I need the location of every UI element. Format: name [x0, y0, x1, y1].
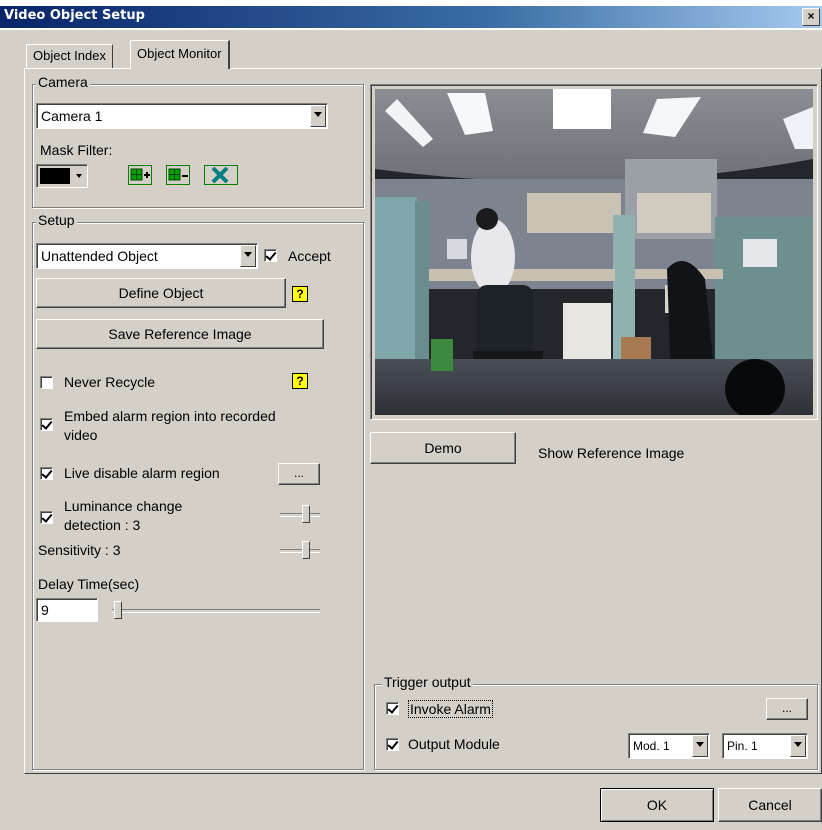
invoke-alarm-checkbox[interactable]: [386, 702, 399, 715]
embed-alarm-checkbox[interactable]: [40, 418, 53, 431]
pin-select[interactable]: Pin. 1: [722, 733, 808, 759]
invoke-alarm-label: Invoke Alarm: [408, 700, 493, 718]
never-recycle-help-icon[interactable]: ?: [292, 373, 308, 389]
sensitivity-label: Sensitivity : 3: [38, 542, 121, 558]
delay-time-slider[interactable]: [112, 600, 320, 620]
never-recycle-checkbox[interactable]: [40, 376, 53, 389]
embed-alarm-label-line2: video: [64, 427, 98, 443]
tab-object-index-label: Object Index: [33, 48, 106, 63]
save-reference-image-button[interactable]: Save Reference Image: [36, 319, 324, 349]
delay-time-label: Delay Time(sec): [38, 576, 140, 592]
module-dropdown-arrow-icon[interactable]: [692, 735, 708, 757]
mask-color-arrow-icon: [76, 174, 82, 178]
cancel-button[interactable]: Cancel: [718, 788, 822, 822]
output-module-label: Output Module: [408, 736, 500, 752]
mask-color-swatch: [40, 168, 70, 184]
camera-select-value: Camera 1: [41, 108, 103, 124]
define-object-help-icon[interactable]: ?: [292, 286, 308, 302]
camera-group-label: Camera: [36, 74, 90, 90]
pin-dropdown-arrow-icon[interactable]: [790, 735, 806, 757]
setup-group-label: Setup: [36, 212, 77, 228]
luminance-slider-thumb[interactable]: [302, 505, 310, 523]
tab-object-monitor[interactable]: Object Monitor: [130, 40, 230, 69]
setup-mode-select[interactable]: Unattended Object: [36, 243, 258, 269]
show-reference-image-label[interactable]: Show Reference Image: [538, 445, 684, 461]
delay-time-slider-track: [112, 609, 320, 613]
define-object-button[interactable]: Define Object: [36, 278, 286, 308]
delay-time-value: 9: [41, 602, 49, 618]
luminance-slider-track: [280, 513, 320, 517]
tab-object-monitor-label: Object Monitor: [137, 46, 222, 61]
camera-preview-frame: [370, 84, 818, 420]
clear-mask-icon[interactable]: [204, 165, 238, 185]
remove-mask-icon[interactable]: [166, 165, 190, 185]
demo-button[interactable]: Demo: [370, 432, 516, 464]
window-title: Video Object Setup: [4, 8, 145, 23]
tab-object-index[interactable]: Object Index: [26, 44, 113, 69]
mask-color-picker[interactable]: [36, 164, 88, 188]
delay-time-input[interactable]: 9: [36, 598, 98, 622]
delay-time-slider-thumb[interactable]: [114, 601, 122, 619]
accept-checkbox[interactable]: [264, 249, 277, 262]
sensitivity-slider-track: [280, 549, 320, 553]
sensitivity-slider[interactable]: [280, 540, 320, 560]
camera-preview-image: [375, 89, 813, 415]
setup-mode-value: Unattended Object: [41, 248, 158, 264]
luminance-slider[interactable]: [280, 504, 320, 524]
never-recycle-label: Never Recycle: [64, 374, 156, 390]
setup-mode-dropdown-arrow-icon[interactable]: [240, 245, 256, 267]
accept-label: Accept: [288, 248, 331, 264]
module-select[interactable]: Mod. 1: [628, 733, 710, 759]
luminance-label-line1: Luminance change: [64, 498, 183, 514]
live-disable-checkbox[interactable]: [40, 467, 53, 480]
invoke-alarm-settings-button[interactable]: ...: [766, 698, 808, 720]
close-button[interactable]: ×: [802, 8, 820, 26]
ok-button[interactable]: OK: [600, 788, 714, 822]
add-mask-icon[interactable]: [128, 165, 152, 185]
title-bar: Video Object Setup ×: [0, 0, 822, 30]
embed-alarm-label-line1: Embed alarm region into recorded: [64, 408, 276, 424]
module-select-value: Mod. 1: [633, 739, 670, 753]
luminance-label-line2: detection : 3: [64, 517, 141, 533]
mask-filter-label: Mask Filter:: [40, 142, 113, 158]
camera-dropdown-arrow-icon[interactable]: [310, 105, 326, 127]
luminance-checkbox[interactable]: [40, 511, 53, 524]
pin-select-value: Pin. 1: [727, 739, 758, 753]
live-disable-settings-button[interactable]: ...: [278, 463, 320, 485]
trigger-output-label: Trigger output: [382, 674, 473, 690]
sensitivity-slider-thumb[interactable]: [302, 541, 310, 559]
output-module-checkbox[interactable]: [386, 738, 399, 751]
live-disable-label: Live disable alarm region: [64, 465, 220, 481]
camera-select[interactable]: Camera 1: [36, 103, 328, 129]
